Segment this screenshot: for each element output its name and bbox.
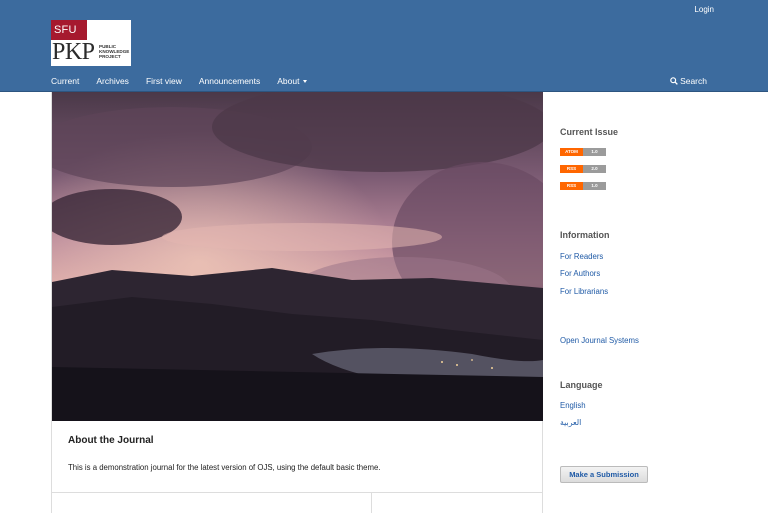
link-for-readers[interactable]: For Readers — [560, 252, 603, 261]
divider — [371, 492, 372, 513]
language-english[interactable]: English — [560, 401, 586, 410]
language-arabic[interactable]: العربية — [560, 418, 581, 427]
badge-label: RSS — [560, 182, 583, 190]
site-header: Login SFU PKP Public Knowledge Project C… — [0, 0, 768, 92]
nav-first-view[interactable]: First view — [146, 76, 182, 86]
search-label: Search — [680, 76, 707, 86]
site-logo[interactable]: SFU PKP Public Knowledge Project — [51, 20, 131, 66]
badge-version: 1.0 — [583, 148, 606, 156]
nav-archives[interactable]: Archives — [96, 76, 129, 86]
main-content: About the Journal This is a demonstratio… — [51, 92, 543, 513]
link-for-librarians[interactable]: For Librarians — [560, 287, 608, 296]
atom-feed-badge[interactable]: ATOM 1.0 — [560, 148, 606, 156]
information-heading: Information — [560, 230, 610, 240]
logo-word: Project — [99, 54, 121, 59]
search-icon — [670, 77, 678, 85]
homepage-image — [52, 92, 543, 421]
login-link[interactable]: Login — [694, 5, 714, 14]
logo-words: Public Knowledge Project — [99, 44, 129, 59]
badge-label: ATOM — [560, 148, 583, 156]
logo-sfu-text: SFU — [51, 20, 87, 40]
chevron-down-icon — [303, 80, 308, 83]
language-heading: Language — [560, 380, 603, 390]
nav-about[interactable]: About — [277, 76, 308, 86]
rss1-feed-badge[interactable]: RSS 1.0 — [560, 182, 606, 190]
logo-pkp-text: PKP — [52, 39, 95, 65]
rss2-feed-badge[interactable]: RSS 2.0 — [560, 165, 606, 173]
nav-about-label: About — [277, 76, 300, 86]
nav-current[interactable]: Current — [51, 76, 79, 86]
current-issue-heading: Current Issue — [560, 127, 619, 137]
nav-announcements[interactable]: Announcements — [199, 76, 260, 86]
link-for-authors[interactable]: For Authors — [560, 269, 600, 278]
make-submission-button[interactable]: Make a Submission — [560, 466, 648, 483]
primary-nav: Current Archives First view Announcement… — [51, 76, 324, 86]
divider — [52, 492, 543, 493]
badge-version: 2.0 — [583, 165, 606, 173]
badge-version: 1.0 — [583, 182, 606, 190]
search-link[interactable]: Search — [670, 76, 707, 86]
about-journal-text: This is a demonstration journal for the … — [68, 463, 381, 472]
landscape-sunset-image — [52, 92, 543, 421]
link-open-journal-systems[interactable]: Open Journal Systems — [560, 336, 639, 345]
badge-label: RSS — [560, 165, 583, 173]
about-journal-heading: About the Journal — [68, 435, 154, 446]
